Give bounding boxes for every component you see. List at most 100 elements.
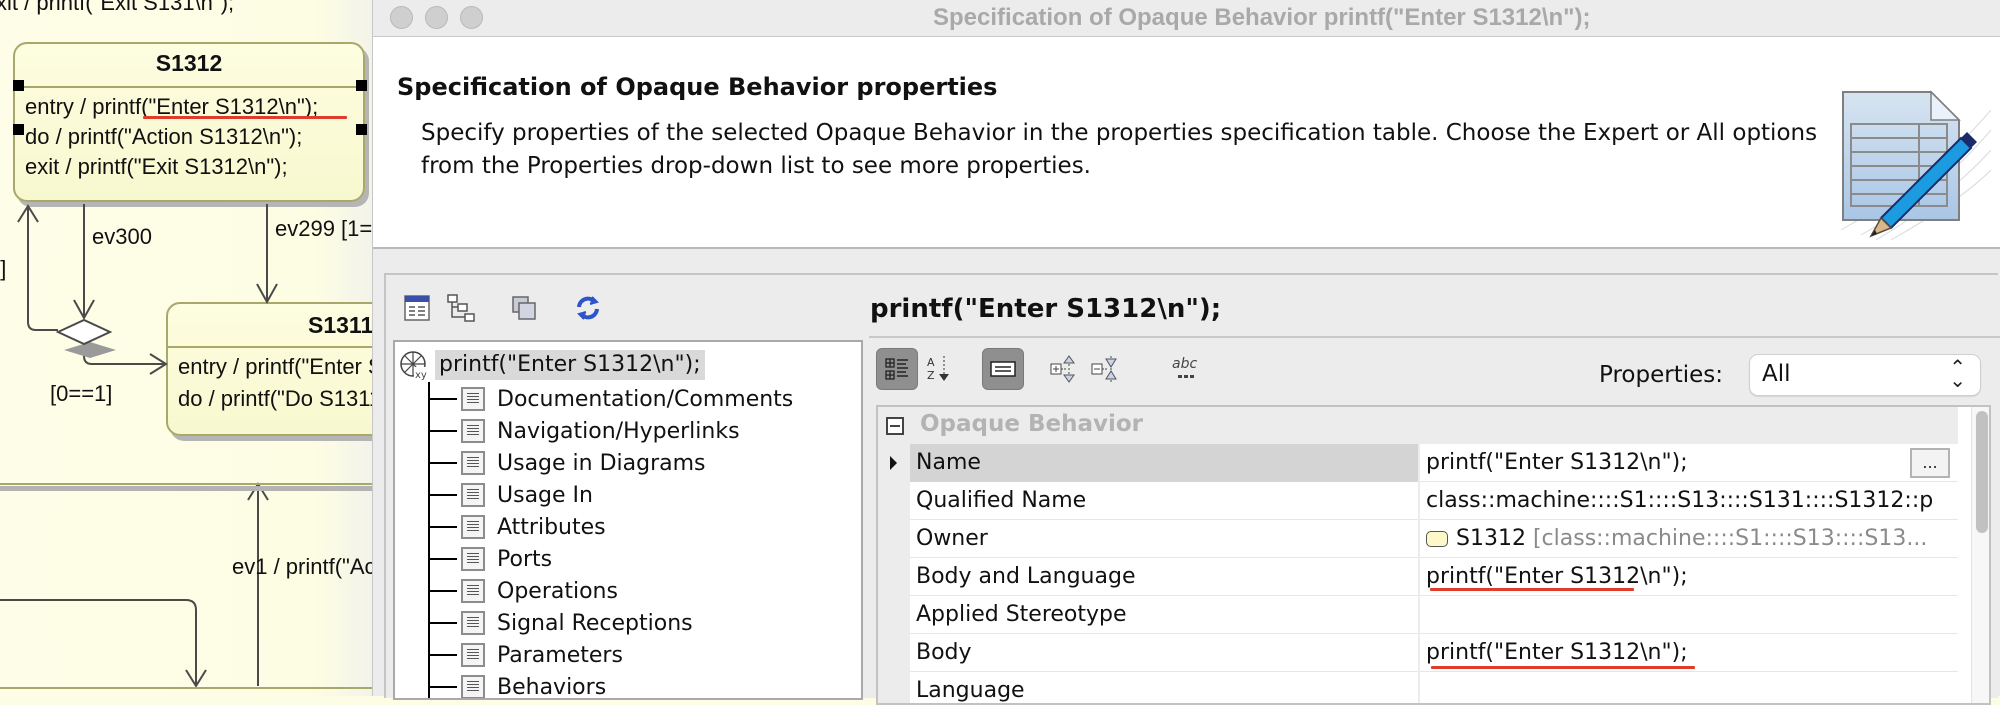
tree-item-label: Ports [497,546,553,572]
collapse-icon[interactable] [886,417,904,435]
tree-item-usage-in[interactable]: Usage In [395,480,593,510]
tree-root-node[interactable]: xy printf("Enter S1312\n"); [399,350,705,380]
page-icon [461,515,485,539]
tree-root-label: printf("Enter S1312\n"); [435,350,705,380]
property-name: Body [910,634,1420,672]
opaque-behavior-icon: xy [400,351,428,380]
property-value[interactable]: S1312 [class::machine::::S1::::S13::::S1… [1422,520,1958,558]
highlight-underline [1431,666,1695,669]
expand-all-button[interactable] [1043,348,1085,390]
tree-item-label: Usage In [497,482,593,508]
owner-qualified-path: [class::machine::::S1::::S13::::S13... [1532,526,1928,551]
svg-text:A: A [927,356,935,369]
title-bar[interactable]: Specification of Opaque Behavior printf(… [373,0,2000,37]
sort-alphabetically-button[interactable]: AZ [917,348,959,390]
transition-label-ev300[interactable]: ev300 [92,224,152,250]
property-value[interactable]: printf("Enter S1312\n"); [1426,450,1688,475]
property-row-name[interactable]: Name printf("Enter S1312\n"); ... [878,444,1958,482]
edit-ellipsis-button[interactable]: ... [1910,448,1950,478]
copy-windows-icon[interactable] [508,292,540,324]
svg-text:Z: Z [927,369,935,382]
specification-document-icon [1840,90,1991,240]
property-row-owner[interactable]: Owner S1312 [class::machine::::S1::::S13… [878,520,1958,558]
properties-filter-value: All [1762,361,1791,387]
tree-view-icon[interactable] [445,292,477,324]
categorized-view-button[interactable] [876,348,918,390]
property-value[interactable] [1422,596,1958,634]
svg-text:xy: xy [415,370,427,380]
tree-item-usage-in-diagrams[interactable]: Usage in Diagrams [395,448,706,478]
property-row-applied-stereotype[interactable]: Applied Stereotype [878,596,1958,634]
highlight-underline [1430,588,1634,591]
guard-label: e] [0,256,7,281]
header-title: Specification of Opaque Behavior propert… [397,73,998,101]
refresh-icon[interactable] [572,292,604,324]
navigation-tree[interactable]: xy printf("Enter S1312\n"); Documentatio… [393,340,863,700]
element-title: printf("Enter S1312\n"); [870,294,1222,324]
tree-item-parameters[interactable]: Parameters [395,640,623,670]
table-view-icon[interactable] [401,292,433,324]
expand-all-icon [1050,355,1075,383]
page-icon [461,579,485,603]
property-row-language[interactable]: Language [878,672,1958,703]
property-name: Applied Stereotype [910,596,1420,634]
property-row-body-and-language[interactable]: Body and Language printf("Enter S1312\n"… [878,558,1958,596]
tree-item-label: Documentation/Comments [497,386,794,412]
property-value[interactable] [1422,672,1958,703]
category-label: Opaque Behavior [920,411,1144,437]
properties-grid[interactable]: Opaque Behavior Name printf("Enter S1312… [876,405,1991,705]
tree-item-attributes[interactable]: Attributes [395,512,606,542]
property-name: Owner [910,520,1420,558]
property-name: Name [910,444,1420,482]
tree-item-operations[interactable]: Operations [395,576,618,606]
state-icon [1426,531,1448,547]
property-value[interactable]: class::machine::::S1::::S13::::S131::::S… [1422,482,1958,520]
window-title: Specification of Opaque Behavior printf(… [933,4,1591,31]
property-name: Language [910,672,1420,703]
text-format-button[interactable]: abc [1165,348,1207,390]
specification-dialog: Specification of Opaque Behavior printf(… [372,0,2000,705]
tree-item-label: Operations [497,578,618,604]
page-icon [461,451,485,475]
description-panel-button[interactable] [982,348,1024,390]
expand-arrow-icon[interactable] [890,456,897,470]
page-icon [461,547,485,571]
description-panel-icon [990,361,1016,377]
properties-filter-label: Properties: [1599,362,1723,388]
svg-text:abc: abc [1172,356,1197,372]
category-row-opaque-behavior[interactable]: Opaque Behavior [878,407,1958,444]
tree-item-label: Navigation/Hyperlinks [497,418,740,444]
tree-item-ports[interactable]: Ports [395,544,552,574]
dialog-header: Specification of Opaque Behavior propert… [373,37,2000,249]
properties-filter-dropdown[interactable]: All ⌃ ⌄ [1749,354,1981,396]
page-icon [461,611,485,635]
owner-name: S1312 [1456,526,1526,551]
tree-item-label: Parameters [497,642,623,668]
tree-item-label: Signal Receptions [497,610,693,636]
property-row-qualified-name[interactable]: Qualified Name class::machine::::S1::::S… [878,482,1958,520]
transition-label-ev299[interactable]: ev299 [1==1] [275,216,372,242]
sort-alphabetically-icon: AZ [927,356,949,382]
tree-item-documentation[interactable]: Documentation/Comments [395,384,793,414]
scrollbar-thumb[interactable] [1976,411,1988,533]
up-down-chevron-icon: ⌃ ⌄ [1949,355,1966,392]
vertical-scrollbar[interactable] [1971,407,1989,703]
text-format-icon: abc [1172,356,1197,378]
property-value-input[interactable]: printf("Enter S1312\n"); ... [1422,444,1958,482]
categorized-view-icon [885,358,908,380]
collapse-all-icon [1091,356,1117,382]
tree-item-label: Usage in Diagrams [497,450,706,476]
header-description: Specify properties of the selected Opaqu… [421,120,1818,179]
page-icon [461,419,485,443]
transition-lines [0,204,372,689]
property-row-body[interactable]: Body printf("Enter S1312\n"); [878,634,1958,672]
state-diagram-canvas[interactable]: xit / printf("Exit S131\n"); S1312 entry… [0,0,372,696]
property-name: Body and Language [910,558,1420,596]
choice-pseudostate [55,318,113,346]
collapse-all-button[interactable] [1084,348,1126,390]
transition-label-ev1[interactable]: ev1 / printf("Action\n"); [232,554,372,580]
tree-item-label: Attributes [497,514,606,540]
page-icon [461,387,485,411]
tree-item-signal-receptions[interactable]: Signal Receptions [395,608,693,638]
tree-item-navigation[interactable]: Navigation/Hyperlinks [395,416,740,446]
